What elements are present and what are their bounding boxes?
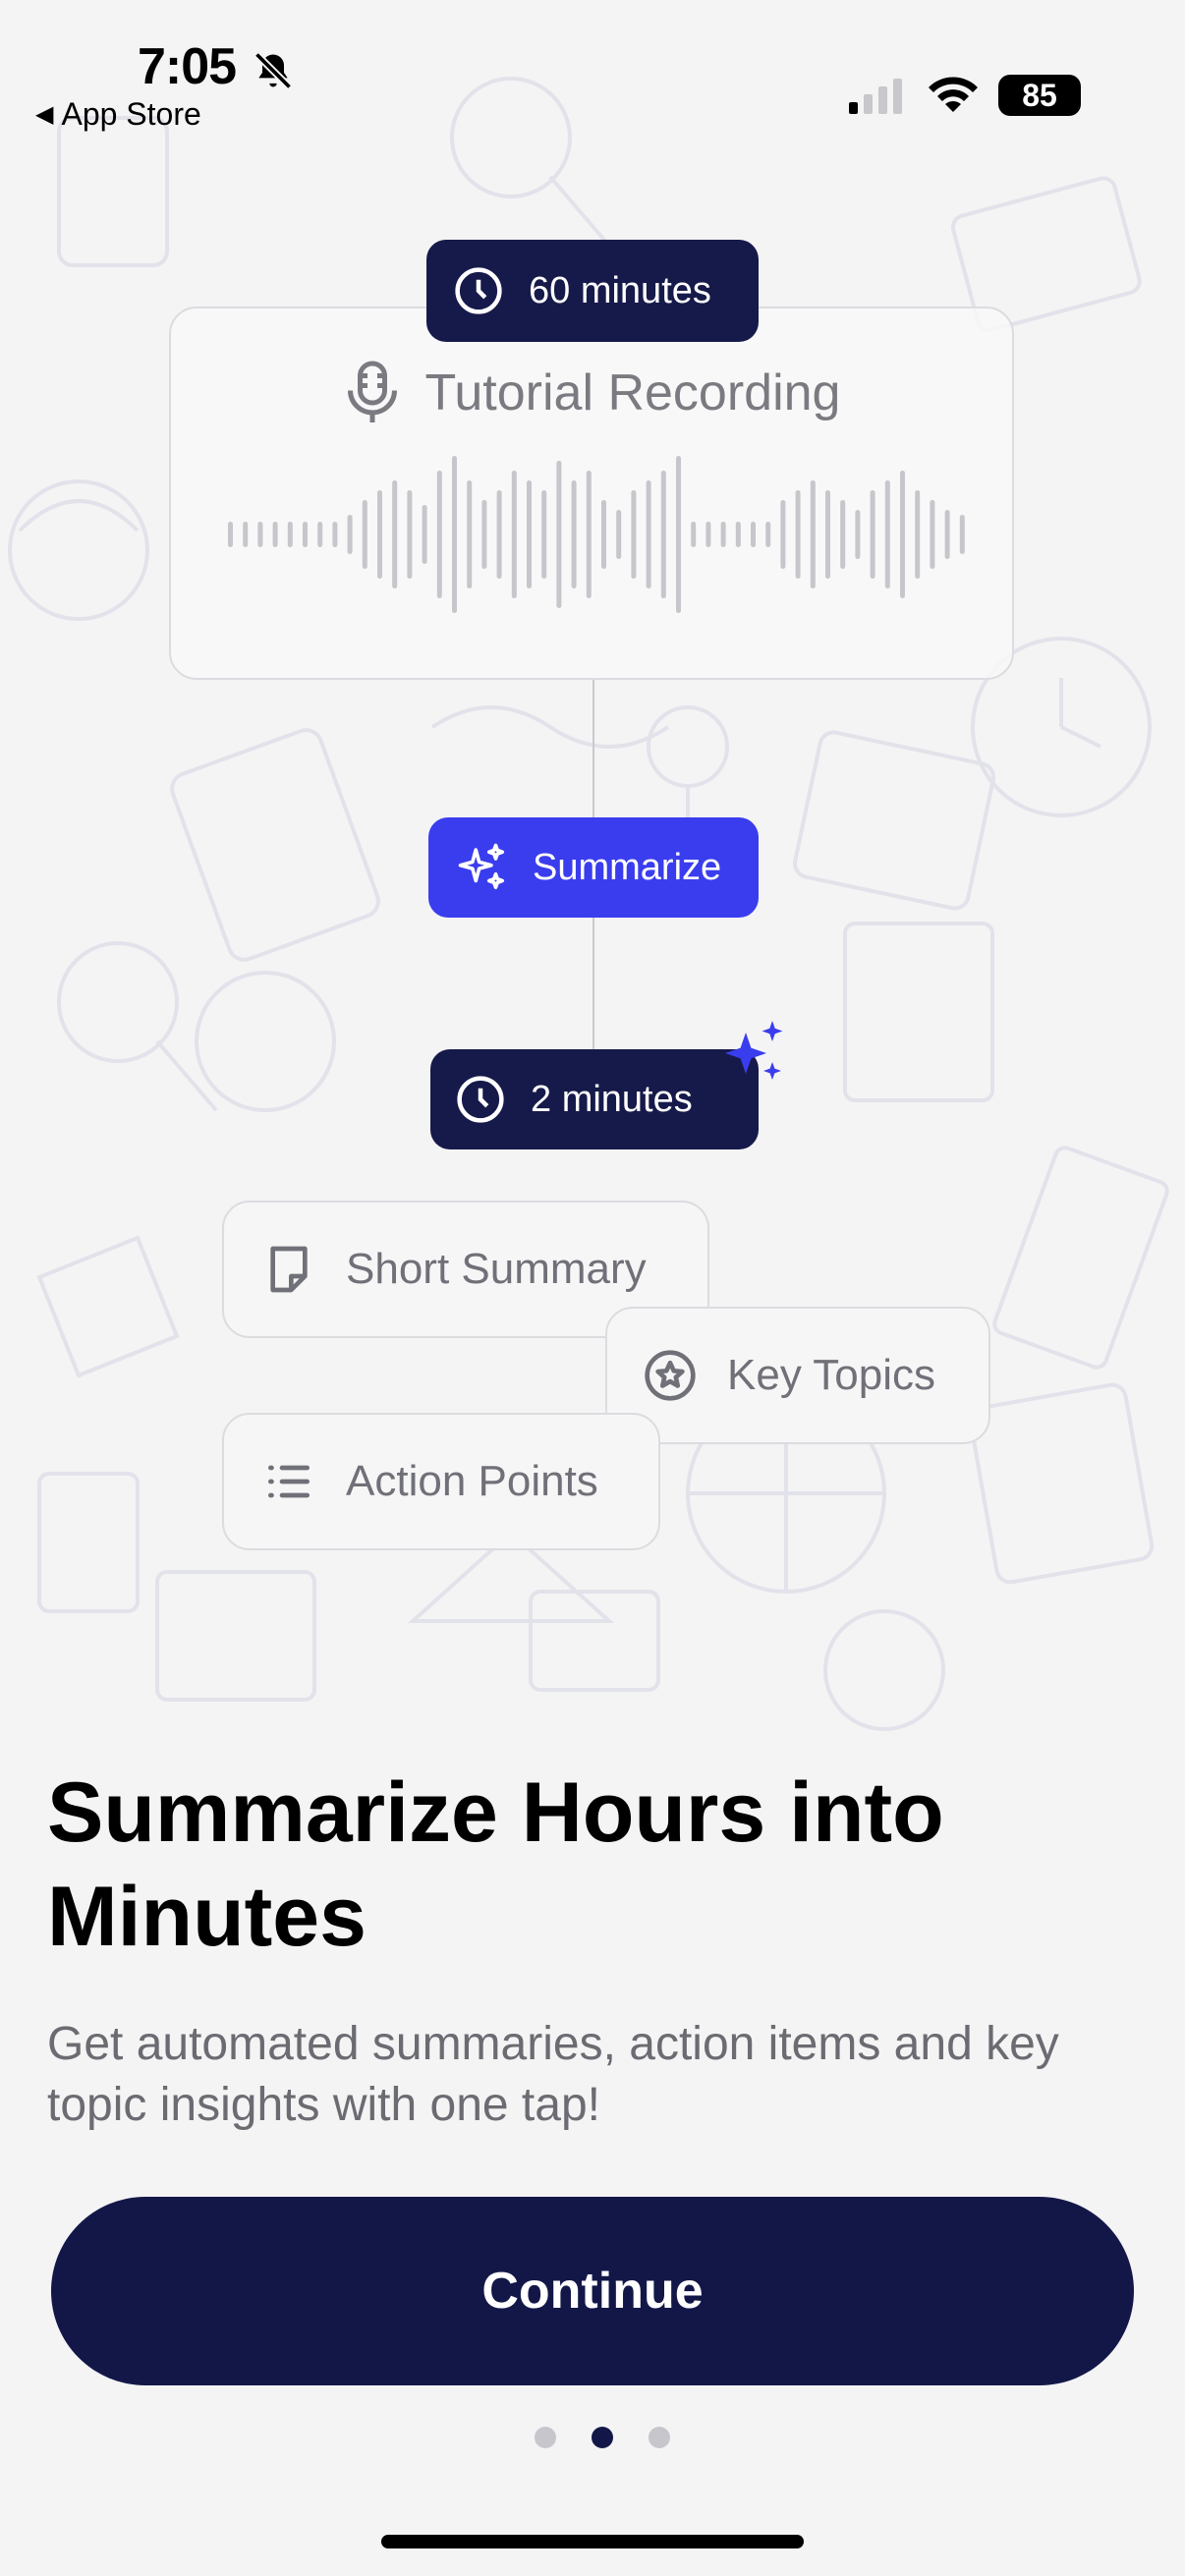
waveform-bar xyxy=(720,522,726,547)
waveform-bar xyxy=(496,490,502,579)
waveform-bar xyxy=(840,500,846,569)
waveform-bar xyxy=(317,522,323,547)
clock-icon xyxy=(454,1073,507,1126)
continue-button[interactable]: Continue xyxy=(51,2197,1134,2385)
sparkles-icon xyxy=(456,841,509,894)
status-bar: 7:05 ◀ App Store 85 xyxy=(0,0,1185,138)
page-dot[interactable] xyxy=(649,2427,670,2448)
waveform-bar xyxy=(705,522,711,547)
page-dot[interactable] xyxy=(535,2427,556,2448)
waveform-bar xyxy=(825,490,830,579)
waveform-bar xyxy=(392,480,398,588)
waveform-bar xyxy=(810,480,816,588)
waveform-bar xyxy=(571,480,577,588)
waveform-bar xyxy=(660,471,666,598)
document-icon xyxy=(261,1242,316,1297)
original-duration-badge: 60 minutes xyxy=(426,240,759,342)
home-indicator[interactable] xyxy=(381,2535,804,2548)
waveform-bar xyxy=(751,522,756,547)
waveform-bar xyxy=(884,480,890,588)
connector-line-top xyxy=(592,680,594,817)
waveform-bar xyxy=(586,471,592,598)
waveform-bar xyxy=(332,522,338,547)
waveform-bar xyxy=(527,480,532,588)
microphone-icon xyxy=(347,361,397,422)
waveform-bar xyxy=(959,515,965,554)
back-arrow-icon: ◀ xyxy=(35,101,54,128)
cellular-signal-icon xyxy=(849,79,902,114)
back-label: App Store xyxy=(61,96,201,132)
onboarding-headline: Summarize Hours into Minutes xyxy=(47,1765,944,1964)
waveform-bar xyxy=(511,471,517,598)
list-icon xyxy=(261,1454,316,1509)
waveform-bar xyxy=(407,490,413,579)
waveform-bar xyxy=(303,522,308,547)
waveform-bar xyxy=(631,490,637,579)
waveform-bar xyxy=(601,500,606,569)
sparkles-icon xyxy=(725,1021,783,1080)
waveform-bar xyxy=(436,471,442,598)
key-topics-label: Key Topics xyxy=(727,1351,935,1399)
onboarding-description: Get automated summaries, action items an… xyxy=(47,2018,1059,2131)
waveform-bar xyxy=(257,522,263,547)
short-summary-label: Short Summary xyxy=(346,1245,647,1293)
summarize-label: Summarize xyxy=(533,846,722,888)
waveform-bar xyxy=(855,510,861,559)
waveform-bar xyxy=(422,505,427,564)
battery-tip xyxy=(1073,86,1079,104)
action-points-label: Action Points xyxy=(346,1457,598,1505)
waveform-bar xyxy=(541,490,547,579)
recording-title: Tutorial Recording xyxy=(424,364,841,421)
waveform-bar xyxy=(362,500,367,569)
wifi-icon xyxy=(929,77,978,112)
summary-duration-label: 2 minutes xyxy=(531,1078,693,1120)
recording-card: Tutorial Recording xyxy=(169,307,1014,680)
clock-icon xyxy=(452,264,505,317)
waveform-bar xyxy=(915,490,921,579)
star-badge-icon xyxy=(643,1348,698,1403)
action-points-chip: Action Points xyxy=(222,1413,660,1550)
waveform-bar xyxy=(944,510,950,559)
original-duration-label: 60 minutes xyxy=(529,269,711,311)
connector-line-middle xyxy=(592,918,594,1049)
page-indicator xyxy=(535,2427,670,2448)
waveform-bar xyxy=(930,500,935,569)
waveform-bar xyxy=(870,490,875,579)
waveform-bar xyxy=(467,480,473,588)
waveform-bar xyxy=(272,522,278,547)
back-to-app-store-link[interactable]: ◀ App Store xyxy=(35,96,201,133)
summary-duration-badge: 2 minutes xyxy=(430,1049,759,1149)
audio-waveform xyxy=(228,456,965,613)
waveform-bar xyxy=(481,500,487,569)
waveform-bar xyxy=(287,522,293,547)
recording-title-row: Tutorial Recording xyxy=(171,358,1012,428)
waveform-bar xyxy=(347,515,353,554)
waveform-bar xyxy=(646,480,651,588)
waveform-bar xyxy=(452,456,457,613)
waveform-bar xyxy=(377,490,382,579)
bell-off-icon xyxy=(254,51,293,90)
waveform-bar xyxy=(676,456,681,613)
waveform-bar xyxy=(795,490,801,579)
waveform-bar xyxy=(780,500,786,569)
waveform-bar xyxy=(556,461,562,608)
waveform-bar xyxy=(735,522,741,547)
status-time: 7:05 xyxy=(138,38,237,95)
waveform-bar xyxy=(691,522,697,547)
page-dot-active[interactable] xyxy=(592,2427,613,2448)
key-topics-chip: Key Topics xyxy=(605,1307,990,1444)
waveform-bar xyxy=(616,510,622,559)
waveform-bar xyxy=(243,522,249,547)
summarize-button[interactable]: Summarize xyxy=(428,817,759,918)
waveform-bar xyxy=(765,522,771,547)
waveform-bar xyxy=(900,471,905,598)
battery-icon: 85 xyxy=(998,75,1081,116)
waveform-bar xyxy=(228,522,233,547)
